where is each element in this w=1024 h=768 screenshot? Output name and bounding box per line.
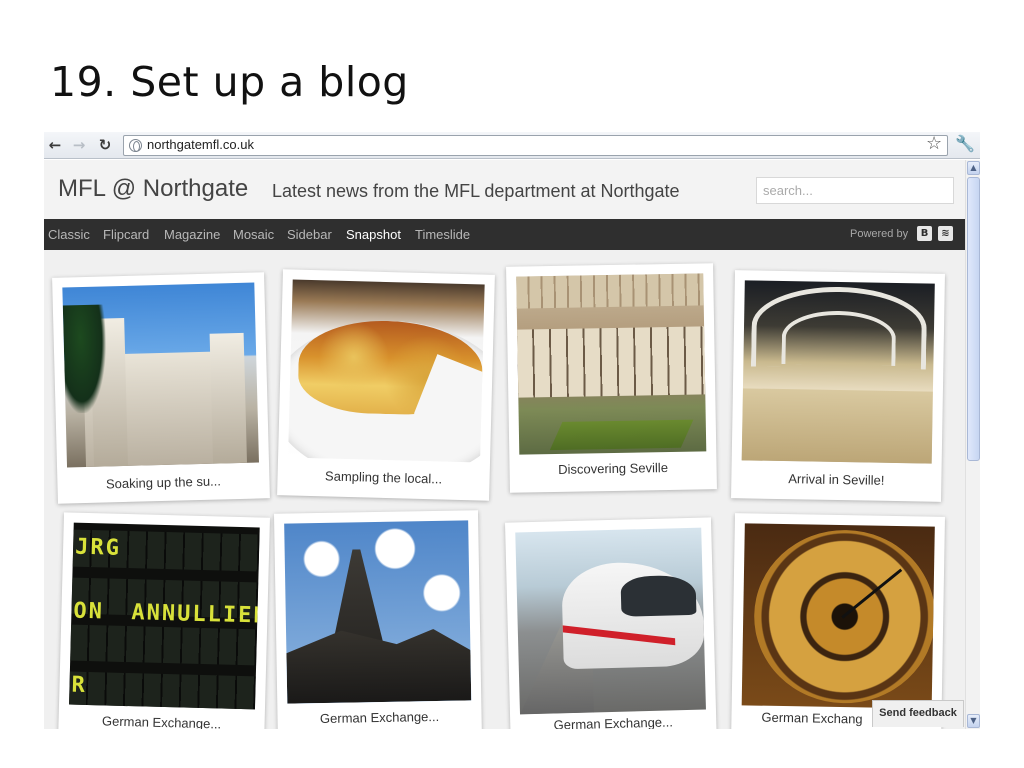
browser-toolbar: ← → ↻ northgatemfl.co.uk ☆ 🔧 — [44, 132, 980, 159]
post-photo — [284, 520, 472, 704]
powered-by-label: Powered by — [850, 228, 909, 240]
post-card[interactable]: Discovering Seville — [506, 263, 717, 493]
search-input[interactable] — [756, 177, 954, 204]
post-caption: Discovering Seville — [558, 460, 669, 477]
view-mosaic[interactable]: Mosaic — [233, 227, 274, 242]
slide-title: 19. Set up a blog — [50, 58, 409, 106]
wrench-icon[interactable]: 🔧 — [955, 134, 975, 153]
post-card[interactable]: German Exchange... — [504, 517, 718, 729]
post-card[interactable]: Arrival in Seville! — [731, 270, 945, 502]
send-feedback-button[interactable]: Send feedback — [872, 700, 964, 727]
address-bar[interactable]: northgatemfl.co.uk — [123, 135, 948, 156]
post-caption: German Exchange... — [553, 714, 674, 729]
post-caption: Sampling the local... — [324, 468, 443, 487]
blog-page: MFL @ Northgate Latest news from the MFL… — [44, 160, 965, 729]
blog-title[interactable]: MFL @ Northgate — [58, 175, 248, 203]
view-sidebar[interactable]: Sidebar — [287, 227, 332, 242]
post-photo — [515, 527, 706, 715]
scroll-down-icon[interactable]: ▼ — [967, 714, 980, 728]
post-caption: Soaking up the su... — [105, 473, 222, 492]
post-photo — [62, 282, 259, 468]
blogger-icon[interactable]: B — [917, 226, 932, 241]
globe-icon — [129, 139, 142, 152]
view-menubar: Classic Flipcard Magazine Mosaic Sidebar… — [44, 219, 965, 250]
scroll-thumb[interactable] — [967, 177, 980, 461]
snapshot-grid: Soaking up the su... Sampling the local.… — [44, 250, 965, 729]
post-photo — [516, 273, 707, 455]
forward-arrow-icon[interactable]: → — [70, 136, 88, 154]
view-snapshot[interactable]: Snapshot — [346, 227, 401, 242]
post-photo — [288, 279, 485, 463]
view-magazine[interactable]: Magazine — [164, 227, 220, 242]
post-card[interactable]: JRG ON ANNULLIERT R German Exchange... — [58, 512, 270, 729]
board-text: R — [71, 672, 88, 698]
url-text[interactable]: northgatemfl.co.uk — [147, 137, 254, 152]
blog-header: MFL @ Northgate Latest news from the MFL… — [44, 160, 965, 219]
post-caption: German Exchange... — [319, 708, 440, 727]
board-text: ON — [73, 598, 105, 625]
rss-icon[interactable]: ≋ — [938, 226, 953, 241]
post-caption: German Exchange... — [101, 713, 222, 729]
post-photo: JRG ON ANNULLIERT R — [69, 522, 260, 710]
back-arrow-icon[interactable]: ← — [46, 136, 64, 154]
reload-icon[interactable]: ↻ — [96, 136, 114, 154]
view-timeslide[interactable]: Timeslide — [415, 227, 470, 242]
post-card[interactable]: Sampling the local... — [277, 269, 495, 501]
scroll-up-icon[interactable]: ▲ — [967, 161, 980, 175]
view-classic[interactable]: Classic — [48, 227, 90, 242]
post-card[interactable]: Soaking up the su... — [52, 272, 270, 504]
vertical-scrollbar[interactable]: ▲ ▼ — [965, 160, 980, 729]
view-flipcard[interactable]: Flipcard — [103, 227, 149, 242]
board-text: JRG — [74, 534, 122, 561]
post-photo — [741, 523, 935, 709]
post-caption: Arrival in Seville! — [788, 471, 885, 488]
post-photo — [741, 280, 935, 464]
board-text: ANNULLIERT — [131, 600, 260, 630]
post-card[interactable]: German Exchange... — [273, 510, 483, 729]
star-icon[interactable]: ☆ — [926, 133, 942, 154]
browser-window: ← → ↻ northgatemfl.co.uk ☆ 🔧 MFL @ North… — [44, 132, 980, 729]
post-card[interactable]: German Exchang — [731, 513, 945, 729]
blog-description: Latest news from the MFL department at N… — [272, 181, 680, 201]
